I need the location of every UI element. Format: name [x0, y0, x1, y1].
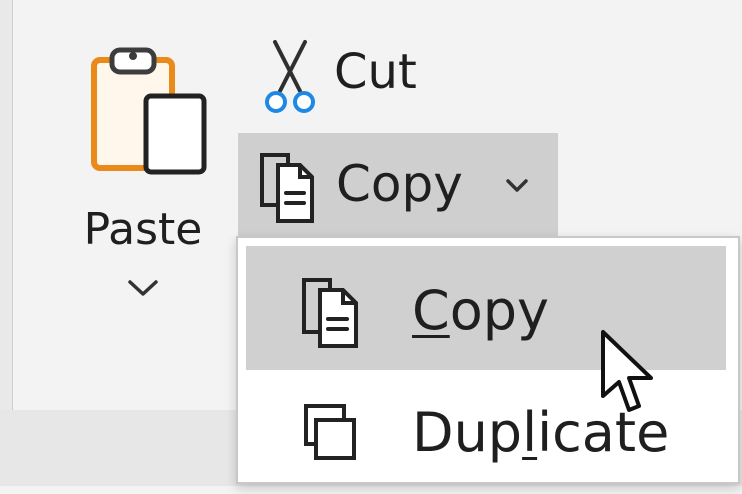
menu-item-duplicate-label-prefix: Dup [412, 401, 523, 464]
scissors-icon [260, 38, 320, 116]
cut-label: Cut [334, 44, 417, 100]
chevron-down-icon[interactable] [504, 177, 530, 195]
copy-documents-icon [254, 147, 320, 225]
menu-item-copy-label: Copy [412, 280, 549, 342]
accelerator-letter: l [522, 401, 538, 464]
cut-button[interactable]: Cut [252, 30, 442, 120]
copy-dropdown-menu: Copy Duplicate [236, 236, 740, 484]
mouse-pointer-icon [597, 328, 657, 416]
copy-documents-icon [296, 272, 366, 350]
duplicate-icon [296, 396, 366, 474]
menu-item-copy-label-rest: opy [449, 279, 549, 342]
chevron-down-icon [126, 277, 160, 299]
paste-label: Paste [83, 204, 203, 255]
paste-button[interactable]: Paste [68, 40, 218, 320]
left-edge-divider [0, 0, 13, 410]
copy-split-label: Copy [336, 155, 463, 213]
copy-split-button[interactable]: Copy [238, 133, 558, 238]
accelerator-letter: C [412, 279, 450, 342]
paste-clipboard-icon [86, 40, 216, 180]
